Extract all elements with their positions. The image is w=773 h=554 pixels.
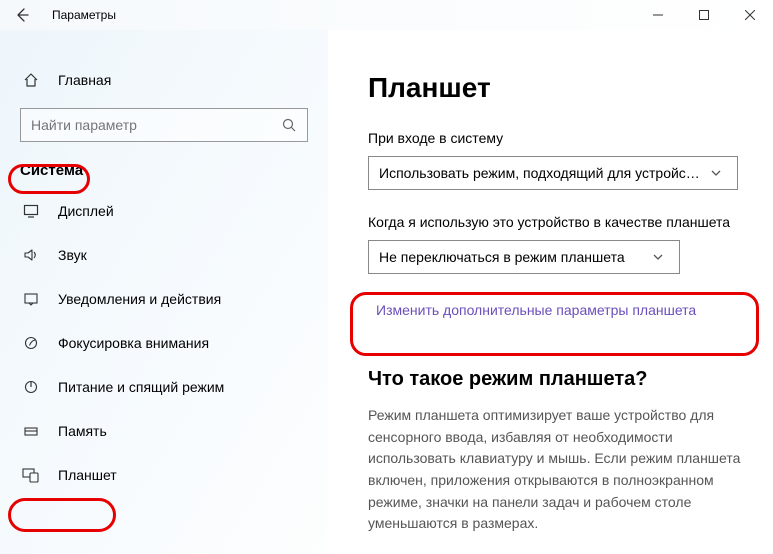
sidebar-item-focus[interactable]: Фокусировка внимания bbox=[0, 321, 328, 365]
highlight-marker bbox=[8, 498, 116, 532]
main-content: Планшет При входе в систему Использовать… bbox=[328, 30, 773, 554]
link-advanced-tablet-settings[interactable]: Изменить дополнительные параметры планше… bbox=[376, 302, 696, 318]
back-button[interactable] bbox=[0, 0, 44, 30]
minimize-button[interactable] bbox=[635, 0, 681, 30]
sidebar-item-label: Питание и спящий режим bbox=[58, 379, 224, 395]
chevron-down-icon bbox=[643, 251, 671, 263]
combo-value: Не переключаться в режим планшета bbox=[379, 249, 643, 265]
sidebar-item-tablet[interactable]: Планшет bbox=[0, 453, 328, 497]
sidebar-item-storage[interactable]: Память bbox=[0, 409, 328, 453]
sound-icon bbox=[22, 247, 40, 263]
notifications-icon bbox=[22, 291, 40, 307]
combo-value: Использовать режим, подходящий для устро… bbox=[379, 165, 701, 181]
search-icon bbox=[281, 117, 297, 133]
tablet-icon bbox=[22, 467, 40, 483]
description-text: Режим планшета оптимизирует ваше устройс… bbox=[368, 405, 741, 535]
field-label-signin: При входе в систему bbox=[368, 130, 741, 146]
page-title: Планшет bbox=[368, 72, 741, 104]
sidebar-section-label: Система bbox=[0, 156, 328, 189]
sidebar-home-label: Главная bbox=[58, 72, 111, 88]
close-button[interactable] bbox=[727, 0, 773, 30]
maximize-button[interactable] bbox=[681, 0, 727, 30]
storage-icon bbox=[22, 423, 40, 439]
search-input[interactable] bbox=[31, 117, 281, 133]
sidebar-home[interactable]: Главная bbox=[0, 60, 328, 100]
close-icon bbox=[745, 10, 755, 20]
home-icon bbox=[22, 72, 40, 88]
window-title: Параметры bbox=[52, 8, 116, 22]
maximize-icon bbox=[699, 10, 709, 20]
sidebar-item-label: Память bbox=[58, 423, 107, 439]
sidebar-item-label: Уведомления и действия bbox=[58, 291, 221, 307]
sidebar-item-notifications[interactable]: Уведомления и действия bbox=[0, 277, 328, 321]
power-icon bbox=[22, 379, 40, 395]
focus-icon bbox=[22, 335, 40, 351]
arrow-left-icon bbox=[14, 7, 30, 23]
chevron-down-icon bbox=[701, 167, 729, 179]
sidebar-item-label: Планшет bbox=[58, 467, 117, 483]
sidebar-item-display[interactable]: Дисплей bbox=[0, 189, 328, 233]
sidebar-item-label: Дисплей bbox=[58, 203, 114, 219]
sidebar-item-sound[interactable]: Звук bbox=[0, 233, 328, 277]
combo-tablet-behavior[interactable]: Не переключаться в режим планшета bbox=[368, 240, 680, 274]
combo-signin-mode[interactable]: Использовать режим, подходящий для устро… bbox=[368, 156, 738, 190]
display-icon bbox=[22, 203, 40, 219]
sidebar: Главная Система Дисплей Звук Уведо bbox=[0, 30, 328, 554]
titlebar: Параметры bbox=[0, 0, 773, 30]
field-label-tablet-use: Когда я использую это устройство в качес… bbox=[368, 214, 741, 230]
minimize-icon bbox=[653, 10, 663, 20]
sidebar-item-label: Фокусировка внимания bbox=[58, 335, 209, 351]
sidebar-item-label: Звук bbox=[58, 247, 87, 263]
sub-heading: Что такое режим планшета? bbox=[368, 368, 741, 391]
search-box[interactable] bbox=[20, 108, 308, 142]
sidebar-item-power[interactable]: Питание и спящий режим bbox=[0, 365, 328, 409]
